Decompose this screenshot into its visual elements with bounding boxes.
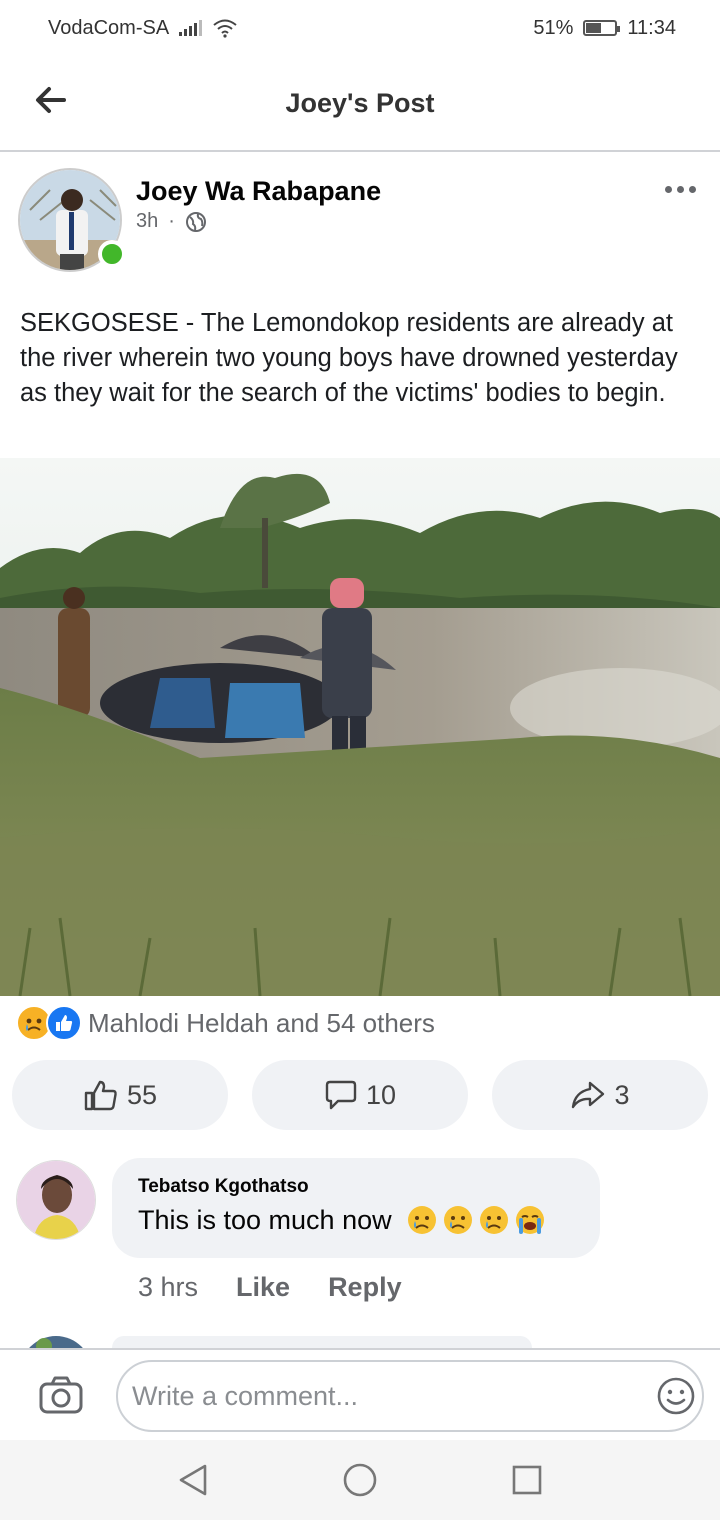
post-header: Joey Wa Rabapane 3h · <box>0 152 720 282</box>
comment-time: 3 hrs <box>138 1272 199 1302</box>
comment-bubble-icon <box>325 1080 357 1110</box>
author-name[interactable]: Joey Wa Rabapane <box>136 176 381 207</box>
dot-icon <box>677 186 684 193</box>
status-bar: VodaCom-SA 51% 11:34 <box>0 0 720 56</box>
status-right: 51% 11:34 <box>533 17 676 40</box>
system-nav-bar <box>0 1440 720 1520</box>
sad-emoji-icon <box>407 1206 436 1234</box>
post-photo[interactable] <box>0 458 720 996</box>
signal-icon <box>179 20 203 36</box>
battery-percent: 51% <box>533 16 574 39</box>
emoji-picker-button[interactable] <box>656 1376 696 1416</box>
thumbs-up-icon <box>84 1080 117 1111</box>
comment-like-button[interactable]: Like <box>236 1272 290 1303</box>
reactions-summary[interactable]: Mahlodi Heldah and 54 others <box>16 1004 435 1042</box>
back-arrow-icon <box>36 87 66 113</box>
dot-icon <box>689 186 696 193</box>
reactions-text: Mahlodi Heldah and 54 others <box>88 1007 435 1038</box>
clock: 11:34 <box>627 16 676 39</box>
commenter-name[interactable]: Tebatso Kgothatso <box>138 1176 574 1198</box>
comment-item: Tebatso Kgothatso This is too much now 3… <box>0 1158 720 1338</box>
triangle-back-icon <box>180 1464 207 1496</box>
square-recents-icon <box>512 1465 541 1495</box>
sad-emoji-icon <box>479 1206 508 1234</box>
meta-separator: · <box>168 210 175 232</box>
comment-actions: 3 hrs Like Reply <box>138 1272 402 1303</box>
author-avatar[interactable] <box>18 168 126 272</box>
dot-icon <box>665 186 672 193</box>
comment-input[interactable] <box>116 1360 704 1432</box>
globe-icon <box>185 211 206 232</box>
commenter-avatar[interactable] <box>16 1160 96 1240</box>
comment-text-row: This is too much now <box>138 1204 574 1236</box>
nav-home-button[interactable] <box>340 1460 380 1500</box>
comment-reply-button[interactable]: Reply <box>328 1272 402 1303</box>
camera-button[interactable] <box>38 1372 84 1418</box>
comment-composer <box>0 1348 720 1440</box>
top-app-bar: Joey's Post <box>0 56 720 152</box>
carrier-label: VodaCom-SA <box>48 16 170 39</box>
page-title: Joey's Post <box>285 87 435 118</box>
like-count: 55 <box>126 1079 158 1110</box>
comment-bubble[interactable]: Tebatso Kgothatso This is too much now <box>112 1158 600 1258</box>
like-reaction-icon <box>46 1005 82 1041</box>
post-time[interactable]: 3h <box>136 210 158 233</box>
sad-emoji-icon <box>443 1206 472 1234</box>
camera-icon <box>39 1376 83 1414</box>
smiley-icon <box>657 1377 695 1415</box>
status-left: VodaCom-SA <box>48 17 238 40</box>
online-status-dot <box>98 240 126 268</box>
like-button[interactable]: 55 <box>12 1060 228 1130</box>
wifi-icon <box>213 19 237 38</box>
more-options-button[interactable] <box>665 186 696 193</box>
comment-button[interactable]: 10 <box>252 1060 468 1130</box>
nav-recents-button[interactable] <box>507 1460 547 1500</box>
circle-home-icon <box>343 1463 377 1497</box>
nav-back-button[interactable] <box>173 1460 213 1500</box>
share-button[interactable]: 3 <box>492 1060 708 1130</box>
back-button[interactable] <box>30 80 70 120</box>
comment-text: This is too much now <box>138 1204 392 1235</box>
battery-icon <box>583 20 621 36</box>
next-comment-bubble[interactable] <box>112 1336 532 1348</box>
crying-emoji-icon <box>515 1206 544 1234</box>
comment-count: 10 <box>365 1079 397 1110</box>
post-text: SEKGOSESE - The Lemondokop residents are… <box>20 309 678 407</box>
next-commenter-avatar[interactable] <box>20 1336 92 1348</box>
share-count: 3 <box>614 1079 630 1110</box>
post-actions: 55 10 3 <box>12 1060 708 1130</box>
post-meta: 3h · <box>136 210 207 233</box>
share-arrow-icon <box>572 1081 605 1109</box>
